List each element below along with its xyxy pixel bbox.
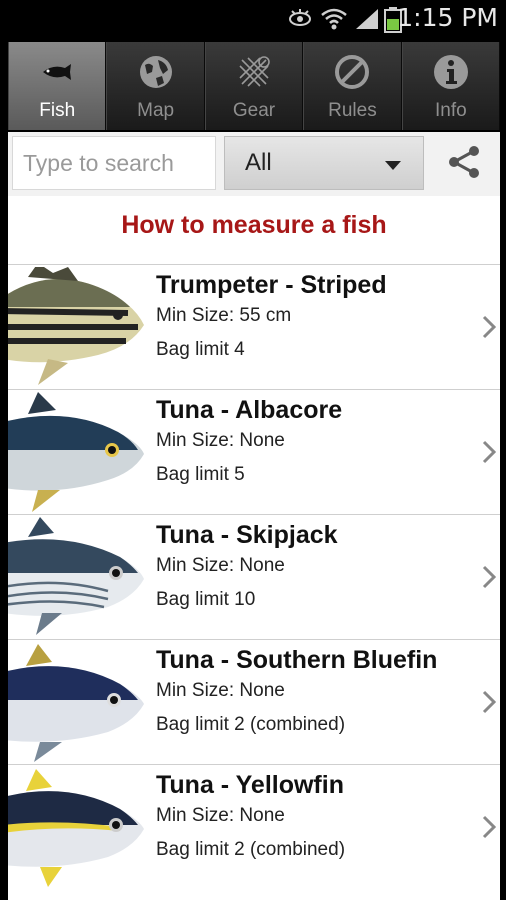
fish-thumbnail-southern-bluefin <box>8 644 144 762</box>
chevron-right-icon <box>482 315 496 339</box>
fish-name: Trumpeter - Striped <box>156 271 387 299</box>
fish-content-panel: All How to measure a fish <box>8 132 500 900</box>
eye-icon <box>289 9 311 26</box>
fish-bag-limit: Bag limit 5 <box>156 464 245 485</box>
wifi-icon <box>321 8 347 30</box>
list-item[interactable]: Trumpeter - Striped Min Size: 55 cm Bag … <box>8 264 500 389</box>
fish-min-size: Min Size: 55 cm <box>156 305 292 326</box>
fish-bag-limit: Bag limit 2 (combined) <box>156 714 346 735</box>
fish-list: Trumpeter - Striped Min Size: 55 cm Bag … <box>8 264 500 889</box>
status-time: 1:15 PM <box>397 3 498 32</box>
fish-min-size: Min Size: None <box>156 805 285 826</box>
fish-bag-limit: Bag limit 2 (combined) <box>156 839 346 860</box>
fish-bag-limit: Bag limit 4 <box>156 339 245 360</box>
chevron-right-icon <box>482 815 496 839</box>
search-input[interactable] <box>12 136 216 190</box>
list-item[interactable]: Tuna - Yellowfin Min Size: None Bag limi… <box>8 764 500 889</box>
globe-icon <box>139 56 172 88</box>
fish-bag-limit: Bag limit 10 <box>156 589 256 610</box>
category-select[interactable]: All <box>224 136 424 190</box>
chevron-right-icon <box>482 440 496 464</box>
fish-icon <box>43 64 72 80</box>
info-icon <box>433 55 468 89</box>
how-to-measure-link[interactable]: How to measure a fish <box>8 196 500 264</box>
fish-name: Tuna - Southern Bluefin <box>156 646 438 674</box>
how-to-measure-label: How to measure a fish <box>121 211 387 239</box>
list-item[interactable]: Tuna - Southern Bluefin Min Size: None B… <box>8 639 500 764</box>
share-icon[interactable] <box>444 142 484 182</box>
chevron-right-icon <box>482 565 496 589</box>
fish-name: Tuna - Yellowfin <box>156 771 344 799</box>
list-item[interactable]: Tuna - Albacore Min Size: None Bag limit… <box>8 389 500 514</box>
net-icon <box>239 56 270 87</box>
fish-min-size: Min Size: None <box>156 555 285 576</box>
list-item[interactable]: Tuna - Skipjack Min Size: None Bag limit… <box>8 514 500 639</box>
fish-thumbnail-albacore <box>8 392 144 512</box>
category-select-value: All <box>245 149 272 176</box>
signal-icon <box>356 9 378 29</box>
no-entry-icon <box>335 55 370 89</box>
fish-thumbnail-skipjack <box>8 517 144 635</box>
fish-min-size: Min Size: None <box>156 430 285 451</box>
app-frame: Fish Map Gear Rules Info Type to search … <box>0 36 506 900</box>
status-bar: 1:15 PM <box>0 0 506 36</box>
chevron-right-icon <box>482 690 496 714</box>
fish-name: Tuna - Skipjack <box>156 521 338 549</box>
fish-thumbnail-yellowfin <box>8 769 144 887</box>
tab-bar: Fish Map Gear Rules Info <box>8 42 501 130</box>
tab-map[interactable]: Map <box>106 42 205 130</box>
fish-thumbnail-trumpeter <box>8 267 144 385</box>
fish-min-size: Min Size: None <box>156 680 285 701</box>
search-row: All <box>8 132 500 196</box>
tab-rules[interactable]: Rules <box>303 42 402 130</box>
fish-name: Tuna - Albacore <box>156 396 343 424</box>
tab-info[interactable]: Info <box>401 42 501 130</box>
tab-gear[interactable]: Gear <box>204 42 304 130</box>
chevron-down-icon <box>385 161 401 170</box>
tab-fish[interactable]: Fish <box>8 42 107 130</box>
